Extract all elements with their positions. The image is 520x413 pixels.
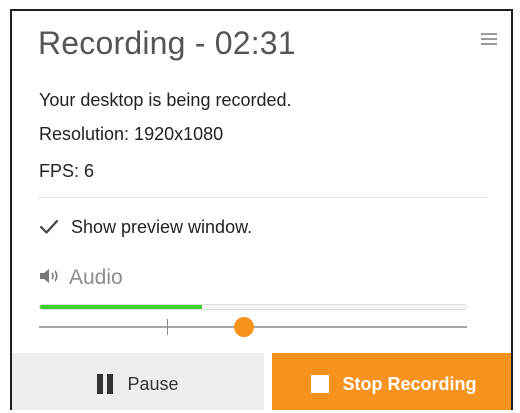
volume-slider[interactable] [39,315,467,339]
status-text: Your desktop is being recorded. [39,90,292,110]
stop-recording-label: Stop Recording [342,373,477,394]
recording-title: Recording - 02:31 [38,25,296,61]
show-preview-checkbox[interactable]: Show preview window. [39,215,252,239]
audio-level-meter [39,304,467,310]
fps-text: FPS: 6 [39,161,95,181]
audio-header: Audio [39,266,123,290]
pause-icon [97,374,114,394]
divider [38,197,488,198]
audio-label: Audio [69,266,123,289]
pause-button[interactable]: Pause [12,353,264,410]
volume-slider-thumb[interactable] [234,317,255,337]
show-preview-label: Show preview window. [71,216,253,237]
resolution-text: Resolution: 1920x1080 [39,124,224,144]
audio-level-fill [40,305,202,309]
checkmark-icon [39,218,59,236]
hamburger-menu-icon[interactable] [481,33,497,45]
speaker-icon [39,268,61,289]
stop-recording-button[interactable]: Stop Recording [272,353,511,410]
volume-default-tick [167,319,169,335]
pause-label: Pause [127,373,179,394]
recorder-panel: Recording - 02:31 Your desktop is being … [10,9,513,410]
stop-icon [310,375,329,393]
